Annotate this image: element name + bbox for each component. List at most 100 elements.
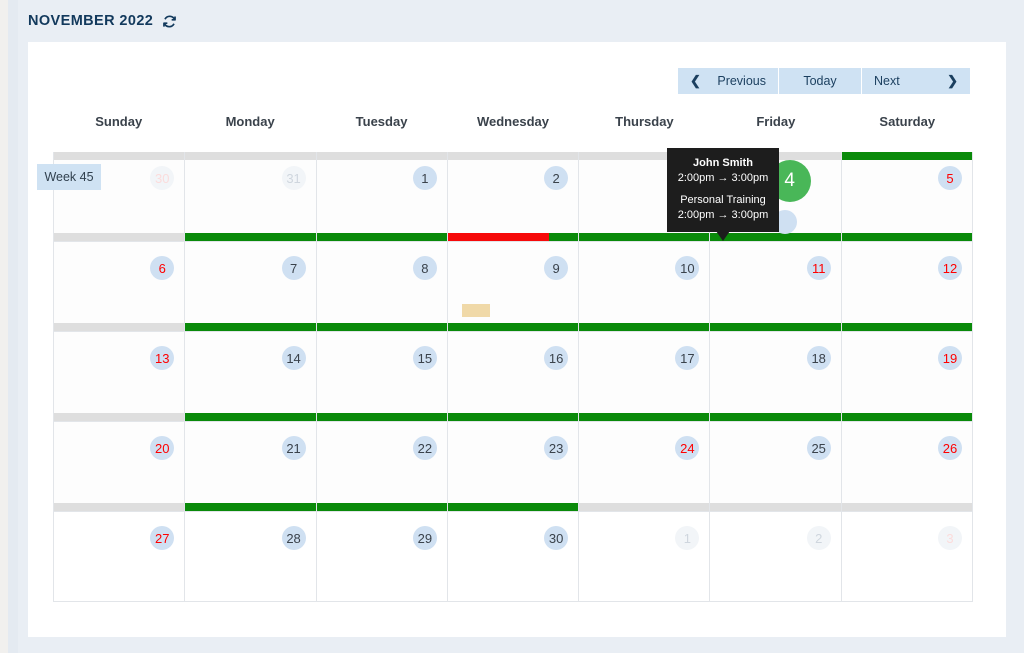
calendar-day-cell[interactable]: 21 [185,422,317,512]
day-number-badge[interactable]: 20 [150,436,175,460]
day-number-badge[interactable]: 21 [281,436,306,460]
refresh-icon[interactable] [161,13,177,29]
day-number-badge[interactable]: 31 [281,166,306,190]
day-number-badge[interactable]: 22 [412,436,437,460]
tooltip-person-name: John Smith [693,157,753,169]
day-number-badge[interactable]: 9 [544,256,569,280]
next-button[interactable]: Next ❯ [862,68,970,94]
day-number-badge[interactable]: 18 [806,346,831,370]
calendar-day-cell[interactable]: 1 [579,512,711,602]
calendar-day-cell[interactable]: 25 [710,422,842,512]
availability-bar-top [841,152,972,160]
day-number-badge[interactable]: 12 [937,256,962,280]
calendar-day-cell[interactable]: 30 [447,512,580,602]
availability-segment-green [710,323,841,331]
day-number-badge[interactable]: 19 [937,346,962,370]
day-number-badge[interactable]: 17 [675,346,700,370]
availability-segment-green [579,413,710,421]
calendar-day-cell[interactable]: 26 [841,422,973,512]
calendar-day-cell[interactable]: 24 [579,422,711,512]
calendar-day-cell[interactable]: 7 [185,242,317,332]
weekday-header-sunday: Sunday [95,114,143,129]
day-number-badge[interactable]: 24 [675,436,700,460]
calendar-navigation: ❮ Previous Today Next ❯ [678,68,970,94]
previous-button[interactable]: ❮ Previous [678,68,778,94]
today-button[interactable]: Today [779,68,861,94]
calendar-day-cell[interactable]: 17 [579,332,711,422]
day-number-badge[interactable]: 11 [806,256,831,280]
availability-bar-bot [316,233,447,241]
day-number-badge[interactable]: 6 [150,256,175,280]
availability-segment-gray [710,503,841,511]
day-number-badge[interactable]: 29 [412,526,437,550]
calendar-day-cell[interactable]: 20 [54,422,186,512]
availability-bar-bot [185,413,316,421]
day-number-badge[interactable]: 3 [937,526,962,550]
day-number-badge[interactable]: 7 [281,256,306,280]
calendar-day-cell[interactable]: 11 [710,242,842,332]
weekday-header-thursday: Thursday [615,114,674,129]
availability-bar-bot [185,503,316,511]
day-number-badge[interactable]: 30 [150,166,175,190]
day-number-badge[interactable]: 14 [281,346,306,370]
availability-bar-bot [710,323,841,331]
availability-segment-green [841,152,972,160]
availability-bar-bot [54,323,185,331]
calendar-day-cell[interactable]: 18 [710,332,842,422]
calendar-day-cell[interactable]: 9 [447,242,580,332]
availability-segment-green [316,503,447,511]
day-number-badge[interactable]: 5 [937,166,962,190]
calendar-day-cell[interactable]: 22 [316,422,448,512]
page-gutter-outer [0,0,8,653]
event-chip[interactable] [461,304,490,317]
availability-segment-gray [54,323,185,331]
availability-segment-green [447,413,579,421]
calendar-day-cell[interactable]: 13 [54,332,186,422]
availability-bar-top [54,152,185,160]
day-number-badge[interactable]: 30 [544,526,569,550]
day-number-badge[interactable]: 25 [806,436,831,460]
day-number-badge[interactable]: 15 [412,346,437,370]
calendar-day-cell[interactable]: 14 [185,332,317,422]
availability-bar-top [185,152,316,160]
day-number-badge[interactable]: 2 [544,166,569,190]
availability-segment-green [841,233,972,241]
calendar-day-cell[interactable]: 31 [185,152,317,242]
calendar-day-cell[interactable]: 23 [447,422,580,512]
availability-bar-bot [447,233,579,241]
calendar-day-cell[interactable]: 12 [841,242,973,332]
availability-segment-green [316,233,447,241]
day-number-badge[interactable]: 27 [150,526,175,550]
day-number-badge[interactable]: 1 [675,526,700,550]
calendar-day-cell[interactable]: 16 [447,332,580,422]
calendar-day-cell[interactable]: 3 [841,512,973,602]
calendar-day-cell[interactable]: 29 [316,512,448,602]
calendar-day-cell[interactable]: 2 [447,152,580,242]
availability-segment-gray [185,152,316,160]
calendar-day-cell[interactable]: 15 [316,332,448,422]
day-number-badge[interactable]: 23 [544,436,569,460]
availability-segment-gray [54,503,185,511]
calendar-day-cell[interactable]: 2 [710,512,842,602]
day-number-badge[interactable]: 16 [544,346,569,370]
day-number-badge[interactable]: 28 [281,526,306,550]
day-number-badge[interactable]: 1 [412,166,437,190]
day-number-badge[interactable]: 13 [150,346,175,370]
day-number-badge[interactable]: 2 [806,526,831,550]
availability-segment-green [185,233,316,241]
calendar-day-cell[interactable]: 28 [185,512,317,602]
weekday-header-saturday: Saturday [879,114,936,129]
calendar-day-cell[interactable]: 19 [841,332,973,422]
day-number-badge[interactable]: 26 [937,436,962,460]
availability-segment-green [710,413,841,421]
calendar-day-cell[interactable]: 10 [579,242,711,332]
day-number-badge[interactable]: 8 [412,256,437,280]
calendar-week-row: 13 14 15 16 17 18 19 [54,332,973,422]
calendar-day-cell[interactable]: 5 [841,152,973,242]
day-number-badge[interactable]: 10 [675,256,700,280]
calendar-day-cell[interactable]: 6 [54,242,186,332]
availability-segment-green [579,323,710,331]
calendar-day-cell[interactable]: 8 [316,242,448,332]
calendar-day-cell[interactable]: 1 [316,152,448,242]
calendar-day-cell[interactable]: 27 [54,512,186,602]
